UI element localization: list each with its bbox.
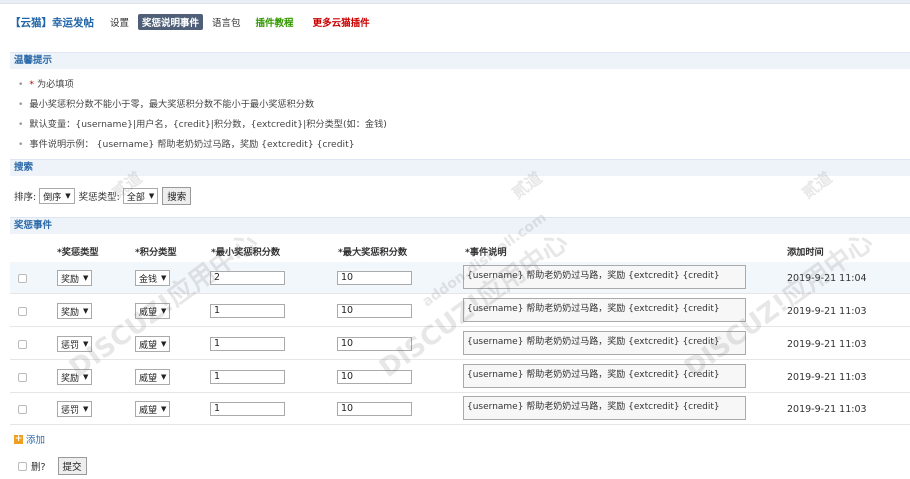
row-desc-textarea[interactable]: {username} 帮助老奶奶过马路，奖励 {extcredit} {cred…: [463, 396, 746, 420]
row-max-input[interactable]: 10: [337, 304, 412, 318]
chevron-down-icon: ▼: [161, 373, 167, 381]
required-star: *: [29, 79, 35, 90]
chevron-down-icon: ▼: [65, 192, 71, 200]
row-add-time: 2019-9-21 11:03: [787, 339, 867, 350]
tip-variables: • 默认变量：{username}|用户名，{credit}|积分数，{extcr…: [18, 116, 387, 130]
row-type-select[interactable]: 惩罚 ▼: [57, 336, 93, 352]
row-checkbox[interactable]: [18, 274, 27, 283]
bullet-icon: •: [18, 79, 24, 90]
row-add-time: 2019-9-21 11:04: [787, 273, 867, 284]
top-nav: 【云猫】幸运发帖 设置 奖惩说明事件 语言包 插件教程 更多云猫插件: [10, 14, 379, 30]
table-row: 奖励 ▼ 金钱 ▼ 2 10 {username} 帮助老奶奶过马路，奖励 {extcred…: [10, 262, 910, 294]
row-credit-select[interactable]: 威望 ▼: [135, 369, 171, 385]
row-max-input[interactable]: 10: [337, 271, 412, 285]
bullet-icon: •: [18, 139, 24, 150]
add-label: 添加: [26, 435, 46, 446]
row-min-input[interactable]: 1: [210, 370, 285, 384]
type-label: 奖惩类型:: [78, 192, 120, 203]
chevron-down-icon: ▼: [161, 405, 167, 413]
row-max-input[interactable]: 10: [337, 370, 412, 384]
row-max-input[interactable]: 10: [337, 402, 412, 416]
submit-button[interactable]: 提交: [57, 457, 87, 475]
chevron-down-icon: ▼: [83, 373, 89, 381]
table-row: 惩罚 ▼ 威望 ▼ 1 10 {username} 帮助老奶奶过马路，奖励 {extcred…: [10, 393, 910, 425]
plugin-title: 【云猫】幸运发帖: [10, 16, 94, 29]
sort-select[interactable]: 倒序 ▼: [39, 188, 75, 204]
nav-tab-events[interactable]: 奖惩说明事件: [138, 14, 204, 30]
row-add-time: 2019-9-21 11:03: [787, 404, 867, 415]
col-header-time: 添加时间: [787, 247, 824, 258]
chevron-down-icon: ▼: [83, 340, 89, 348]
row-desc-textarea[interactable]: {username} 帮助老奶奶过马路，奖励 {extcredit} {cred…: [463, 265, 746, 289]
row-desc-textarea[interactable]: {username} 帮助老奶奶过马路，奖励 {extcredit} {cred…: [463, 364, 746, 388]
search-header: 搜索: [10, 159, 910, 176]
row-checkbox[interactable]: [18, 307, 27, 316]
tips-header: 温馨提示: [10, 52, 910, 69]
chevron-down-icon: ▼: [161, 340, 167, 348]
row-credit-select[interactable]: 金钱 ▼: [135, 270, 171, 286]
tip-text: 最小奖惩积分数不能小于零，最大奖惩积分数不能小于最小奖惩积分数: [29, 99, 315, 110]
row-min-input[interactable]: 2: [210, 271, 285, 285]
tip-text: 事件说明示例： {username} 帮助老奶奶过马路，奖励 {extcredi…: [29, 139, 355, 150]
tip-text: 默认变量：{username}|用户名，{credit}|积分数，{extcre…: [29, 119, 387, 130]
table-row: 惩罚 ▼ 威望 ▼ 1 10 {username} 帮助老奶奶过马路，奖励 {extcred…: [10, 328, 910, 360]
table-row: 奖励 ▼ 威望 ▼ 1 10 {username} 帮助老奶奶过马路，奖励 {extcred…: [10, 295, 910, 327]
search-bar: 排序: 倒序 ▼ 奖惩类型: 全部 ▼ 搜索: [14, 187, 192, 205]
row-min-input[interactable]: 1: [210, 304, 285, 318]
row-checkbox[interactable]: [18, 373, 27, 382]
row-desc-textarea[interactable]: {username} 帮助老奶奶过马路，奖励 {extcredit} {cred…: [463, 298, 746, 322]
nav-tab-language[interactable]: 语言包: [212, 15, 241, 29]
type-select[interactable]: 全部 ▼: [122, 188, 159, 204]
row-checkbox[interactable]: [18, 405, 27, 414]
tip-required: • * 为必填项: [18, 76, 74, 90]
tip-required-text: 为必填项: [36, 79, 74, 90]
row-min-input[interactable]: 1: [210, 402, 285, 416]
chevron-down-icon: ▼: [161, 274, 167, 282]
row-type-select[interactable]: 奖励 ▼: [57, 270, 93, 286]
col-header-type: *奖惩类型: [57, 247, 99, 258]
row-type-select[interactable]: 奖励 ▼: [57, 303, 93, 319]
row-max-input[interactable]: 10: [337, 337, 412, 351]
nav-link-tutorial[interactable]: 插件教程: [256, 15, 294, 29]
delete-all-checkbox[interactable]: [18, 461, 27, 471]
col-header-credit-type: *积分类型: [135, 247, 177, 258]
chevron-down-icon: ▼: [161, 307, 167, 315]
top-bar: [0, 0, 910, 4]
row-type-select[interactable]: 奖励 ▼: [57, 369, 93, 385]
table-row: 奖励 ▼ 威望 ▼ 1 10 {username} 帮助老奶奶过马路，奖励 {extcred…: [10, 361, 910, 393]
search-button[interactable]: 搜索: [162, 187, 192, 205]
col-header-desc: *事件说明: [465, 247, 507, 258]
tip-min-max: • 最小奖惩积分数不能小于零，最大奖惩积分数不能小于最小奖惩积分数: [18, 96, 314, 110]
row-add-time: 2019-9-21 11:03: [787, 372, 867, 383]
chevron-down-icon: ▼: [83, 274, 89, 282]
chevron-down-icon: ▼: [148, 192, 155, 200]
row-credit-select[interactable]: 威望 ▼: [135, 401, 171, 417]
nav-link-more-plugins[interactable]: 更多云猫插件: [313, 15, 370, 29]
row-min-input[interactable]: 1: [210, 337, 285, 351]
nav-tab-settings[interactable]: 设置: [110, 15, 129, 29]
row-type-select[interactable]: 惩罚 ▼: [57, 401, 93, 417]
bullet-icon: •: [18, 99, 24, 110]
row-checkbox[interactable]: [18, 340, 27, 349]
delete-label: 删?: [31, 462, 46, 473]
col-header-max: *最大奖惩积分数: [338, 247, 408, 258]
plus-icon: +: [14, 433, 23, 444]
row-desc-textarea[interactable]: {username} 帮助老奶奶过马路，奖励 {extcredit} {cred…: [463, 331, 746, 355]
row-add-time: 2019-9-21 11:03: [787, 306, 867, 317]
chevron-down-icon: ▼: [83, 307, 89, 315]
sort-label: 排序:: [14, 192, 37, 203]
row-credit-select[interactable]: 威望 ▼: [135, 303, 171, 319]
chevron-down-icon: ▼: [83, 405, 89, 413]
events-header: 奖惩事件: [10, 217, 910, 234]
col-header-min: *最小奖惩积分数: [211, 247, 281, 258]
bullet-icon: •: [18, 119, 24, 130]
row-credit-select[interactable]: 威望 ▼: [135, 336, 171, 352]
tip-example: • 事件说明示例： {username} 帮助老奶奶过马路，奖励 {extcred…: [18, 136, 355, 150]
add-event-link[interactable]: + 添加: [14, 432, 45, 446]
footer-bar: 删? 提交: [18, 457, 87, 475]
